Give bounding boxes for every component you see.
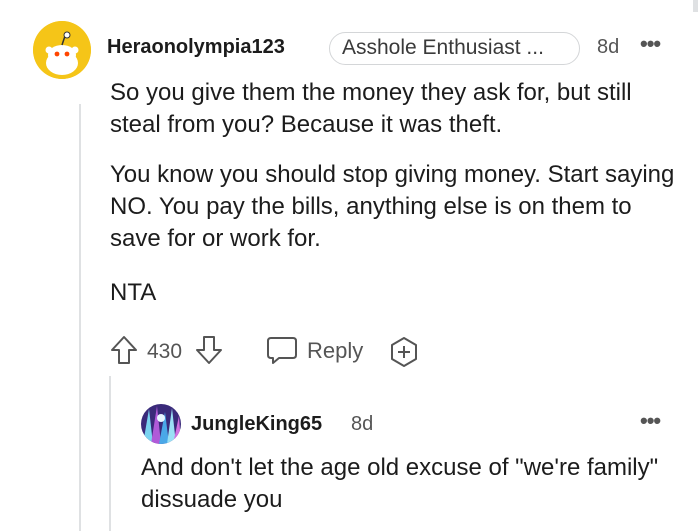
comment-timestamp[interactable]: 8d: [597, 36, 619, 59]
downvote-icon[interactable]: [194, 334, 224, 371]
reply-username[interactable]: JungleKing65: [191, 413, 322, 436]
avatar[interactable]: [33, 21, 91, 79]
comment-paragraph-3: NTA: [110, 279, 157, 306]
vote-count: 430: [147, 340, 183, 363]
scrollbar[interactable]: [693, 0, 698, 12]
reply-timestamp[interactable]: 8d: [351, 413, 373, 436]
reply-thread-line[interactable]: [109, 376, 111, 531]
award-icon[interactable]: [388, 336, 420, 373]
comment-paragraph-2: You know you should stop giving money. S…: [110, 161, 675, 252]
snoo-avatar-icon: [33, 21, 91, 79]
comment-username[interactable]: Heraonolympia123: [107, 36, 285, 59]
thread-line[interactable]: [79, 104, 81, 531]
reply-button[interactable]: Reply: [307, 338, 363, 364]
user-flair: Asshole Enthusiast ...: [329, 32, 580, 65]
reply-icon[interactable]: [265, 334, 299, 371]
reply-avatar[interactable]: [141, 404, 181, 444]
more-options-icon[interactable]: •••: [640, 31, 661, 57]
reply-text: And don't let the age old excuse of "we'…: [141, 454, 659, 513]
user-avatar-icon: [141, 404, 181, 444]
reply-more-options-icon[interactable]: •••: [640, 408, 661, 434]
upvote-icon[interactable]: [109, 334, 139, 371]
comment-paragraph-1: So you give them the money they ask for,…: [110, 79, 632, 138]
